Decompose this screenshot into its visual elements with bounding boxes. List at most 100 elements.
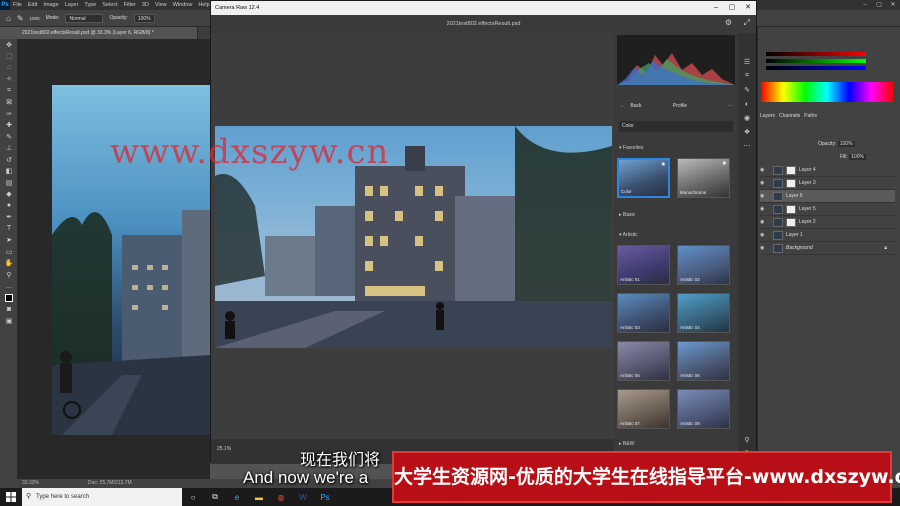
layer-row[interactable]: ◉ Background 🔒︎ <box>760 242 895 255</box>
gear-icon[interactable]: ⚙ <box>725 18 732 27</box>
minimize-button[interactable]: – <box>858 0 872 10</box>
blur-tool-icon[interactable]: ◆ <box>0 189 18 201</box>
stamp-tool-icon[interactable]: ⊥ <box>0 143 18 155</box>
section-basic[interactable]: ▸ Basic <box>619 212 635 218</box>
tab-paths[interactable]: Paths <box>804 113 817 123</box>
dialog-close-button[interactable]: ✕ <box>740 1 756 15</box>
edge-icon[interactable]: e <box>226 488 248 506</box>
menu-window[interactable]: Window <box>170 2 196 8</box>
tab-layers[interactable]: Layers <box>760 113 775 123</box>
star-icon[interactable]: ★ <box>661 161 666 168</box>
shape-tool-icon[interactable]: ▭ <box>0 246 18 258</box>
quick-select-tool-icon[interactable]: ✧ <box>0 74 18 86</box>
close-button[interactable]: ✕ <box>886 0 900 10</box>
edit-sliders-icon[interactable]: ☰ <box>738 55 756 69</box>
profile-thumb-artistic[interactable]: Artistic 07 <box>617 389 670 429</box>
history-brush-tool-icon[interactable]: ↺ <box>0 154 18 166</box>
mode-select[interactable]: Normal <box>65 13 104 23</box>
layer-row[interactable]: ◉ Layer 2 <box>760 216 895 229</box>
menu-filter[interactable]: Filter <box>121 2 139 8</box>
maximize-button[interactable]: ▢ <box>872 0 886 10</box>
gradient-tool-icon[interactable]: ▤ <box>0 177 18 189</box>
profile-thumb-color[interactable]: Color ★ <box>617 158 670 198</box>
chrome-icon[interactable]: ◍ <box>270 488 292 506</box>
photoshop-taskbar-icon[interactable]: Ps <box>314 488 336 506</box>
marquee-tool-icon[interactable]: ⬚ <box>0 51 18 63</box>
profile-thumb-artistic[interactable]: Artistic 06 <box>677 341 730 381</box>
zoom-tool-icon[interactable]: ⚲ <box>0 269 18 281</box>
visibility-eye-icon[interactable]: ◉ <box>760 193 770 199</box>
brush-tool-icon[interactable]: ✎ <box>0 131 18 143</box>
color-swatches-icon[interactable] <box>0 292 18 304</box>
type-tool-icon[interactable]: T <box>0 223 18 235</box>
lasso-tool-icon[interactable]: ◌ <box>0 62 18 74</box>
windows-start-icon[interactable] <box>0 488 22 506</box>
dialog-minimize-button[interactable]: – <box>708 1 724 15</box>
visibility-eye-icon[interactable]: ◉ <box>760 219 770 225</box>
healing-tool-icon[interactable]: ✚ <box>0 120 18 132</box>
profile-thumb-artistic[interactable]: Artistic 04 <box>677 293 730 333</box>
hand-tool-icon[interactable]: ✋ <box>0 258 18 270</box>
profile-thumb-artistic[interactable]: Artistic 01 <box>617 245 670 285</box>
visibility-eye-icon[interactable]: ◉ <box>760 245 770 251</box>
profile-thumb-monochrome[interactable]: Monochrome ★ <box>677 158 730 198</box>
opacity-field[interactable]: 100% <box>133 13 155 23</box>
profile-more-icon[interactable]: ⋯ <box>728 103 733 109</box>
menu-3d[interactable]: 3D <box>139 2 152 8</box>
lock-icon[interactable]: 🔒︎ <box>884 245 887 251</box>
eyedropper-tool-icon[interactable]: ✑ <box>0 108 18 120</box>
layer-row[interactable]: ◉ Layer 1 <box>760 229 895 242</box>
crop-tool-icon[interactable]: ⌗ <box>0 85 18 97</box>
eraser-tool-icon[interactable]: ◧ <box>0 166 18 178</box>
section-artistic[interactable]: ▾ Artistic <box>619 232 638 238</box>
more-icon[interactable]: ⋯ <box>738 139 756 153</box>
menu-file[interactable]: File <box>10 2 25 8</box>
layer-row-selected[interactable]: ◉ Layer 6 <box>760 190 895 203</box>
menu-image[interactable]: Image <box>40 2 61 8</box>
brush-icon[interactable]: ✎ <box>17 14 24 23</box>
profile-field[interactable]: Color <box>619 121 733 132</box>
red-eye-icon[interactable]: ◉ <box>738 111 756 125</box>
profile-thumb-artistic[interactable]: Artistic 02 <box>677 245 730 285</box>
dialog-maximize-button[interactable]: ▢ <box>724 1 740 15</box>
document-tab[interactable]: 2021test802.effectsResult.psd @ 33.3% (L… <box>18 27 198 39</box>
visibility-eye-icon[interactable]: ◉ <box>760 180 770 186</box>
profile-thumb-artistic[interactable]: Artistic 08 <box>677 389 730 429</box>
menu-edit[interactable]: Edit <box>25 2 40 8</box>
taskbar-search-input[interactable]: ⚲ Type here to search <box>22 488 182 506</box>
spot-removal-icon[interactable]: ✎ <box>738 83 756 97</box>
frame-tool-icon[interactable]: ⊠ <box>0 97 18 109</box>
preview-zoom-select[interactable]: 25.1% <box>217 446 231 452</box>
layer-fill-field[interactable]: 100% <box>849 154 866 160</box>
profile-thumb-artistic[interactable]: Artistic 05 <box>617 341 670 381</box>
file-explorer-icon[interactable]: ▬ <box>248 488 270 506</box>
path-select-tool-icon[interactable]: ➤ <box>0 235 18 247</box>
more-tools-icon[interactable]: … <box>0 281 18 293</box>
zoom-level[interactable]: 33.33% <box>22 479 39 488</box>
color-picker[interactable] <box>761 82 893 102</box>
back-arrow-icon[interactable]: ← <box>620 103 625 109</box>
crop-icon[interactable]: ⌗ <box>738 69 756 83</box>
section-favorites[interactable]: ▾ Favorites <box>619 145 643 151</box>
layer-row[interactable]: ◉ Layer 4 <box>760 164 895 177</box>
menu-layer[interactable]: Layer <box>62 2 82 8</box>
home-icon[interactable]: ⌂ <box>6 14 11 23</box>
profile-thumb-artistic[interactable]: Artistic 03 <box>617 293 670 333</box>
menu-view[interactable]: View <box>152 2 170 8</box>
menu-select[interactable]: Select <box>99 2 120 8</box>
dodge-tool-icon[interactable]: ● <box>0 200 18 212</box>
section-bw[interactable]: ▸ B&W <box>619 441 634 447</box>
pen-tool-icon[interactable]: ✒ <box>0 212 18 224</box>
layer-opacity-field[interactable]: 100% <box>837 141 855 147</box>
screen-mode-icon[interactable]: ▣ <box>0 315 18 327</box>
cortana-icon[interactable]: ○ <box>182 488 204 506</box>
menu-type[interactable]: Type <box>81 2 99 8</box>
photoshop-logo-icon[interactable]: Ps <box>0 0 10 10</box>
tab-channels[interactable]: Channels <box>779 113 800 123</box>
back-button[interactable]: Back <box>630 103 641 109</box>
presets-icon[interactable]: ❖ <box>738 125 756 139</box>
visibility-eye-icon[interactable]: ◉ <box>760 206 770 212</box>
layer-row[interactable]: ◉ Layer 3 <box>760 177 895 190</box>
doc-info[interactable]: Doc: 25.7M/213.7M <box>88 479 132 488</box>
fullscreen-icon[interactable]: ⤢ <box>744 18 750 28</box>
